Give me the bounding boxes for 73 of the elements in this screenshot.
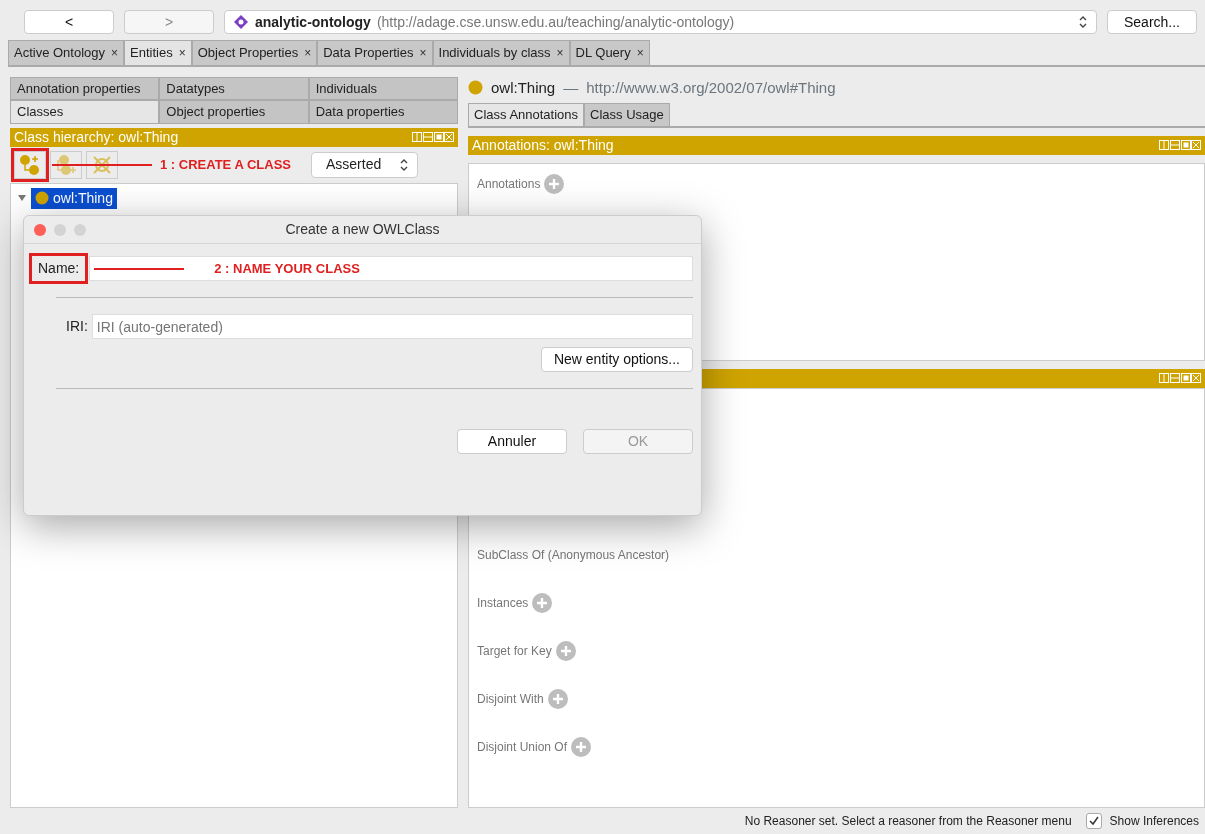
crossed-circle-icon bbox=[91, 153, 113, 176]
status-message: No Reasoner set. Select a reasoner from the Reasoner menu bbox=[744, 813, 1072, 830]
workspace-tab[interactable]: Active Ontology bbox=[14, 43, 106, 63]
zoom-window-button[interactable] bbox=[74, 223, 86, 236]
checkbox[interactable] bbox=[1085, 813, 1102, 829]
ontology-selector[interactable]: analytic-ontology (http://adage.cse.unsw.edu.au/teaching/analytic-ontology) bbox=[224, 10, 1097, 34]
add-subclass-button[interactable] bbox=[14, 150, 46, 179]
entity-tab[interactable]: Classes bbox=[10, 100, 160, 124]
class-dot-icon bbox=[35, 191, 49, 205]
checkbox-label: Show Inferences bbox=[1109, 813, 1199, 830]
entity-tab[interactable]: Individuals bbox=[308, 76, 458, 100]
close-window-button[interactable] bbox=[34, 223, 46, 236]
separator: — bbox=[563, 77, 579, 98]
section-label: Annotations bbox=[477, 175, 541, 193]
options-button[interactable]: New entity options... bbox=[540, 347, 693, 372]
entity-tab[interactable]: Datatypes bbox=[159, 76, 309, 100]
view-mode-dropdown[interactable]: Asserted bbox=[311, 151, 419, 178]
plus-circle-icon[interactable] bbox=[544, 173, 565, 194]
plus-circle-icon[interactable] bbox=[532, 592, 553, 613]
plus-circle-icon[interactable] bbox=[555, 640, 576, 661]
entity-name: owl:Thing bbox=[491, 77, 556, 98]
updown-caret-icon bbox=[1077, 14, 1088, 30]
workspace-tab[interactable]: Individuals by class bbox=[438, 43, 551, 63]
field-label: IRI: bbox=[66, 317, 88, 336]
add-sibling-button[interactable] bbox=[50, 150, 82, 179]
annotation-text: 1 : CREATE A CLASS bbox=[160, 155, 291, 174]
back-button[interactable]: < bbox=[24, 10, 114, 34]
class-plus-icon bbox=[19, 153, 41, 176]
entity-tab[interactable]: Annotation properties bbox=[10, 76, 160, 100]
section-label: Disjoint With bbox=[477, 690, 544, 708]
minimize-window-button[interactable] bbox=[54, 223, 66, 236]
checkmark-icon bbox=[1088, 816, 1099, 826]
tab-close-button[interactable]: × bbox=[556, 43, 564, 62]
class-tab[interactable]: Class Usage bbox=[584, 103, 670, 126]
plus-circle-icon[interactable] bbox=[547, 688, 568, 709]
ontology-iri: (http://adage.cse.unsw.edu.au/teaching/analytic-ontology) bbox=[376, 12, 736, 32]
workspace-tab[interactable]: Data Properties bbox=[323, 43, 414, 63]
iri-input-field[interactable]: IRI (auto-generated) bbox=[91, 314, 693, 339]
tree-item[interactable]: owl:Thing bbox=[31, 187, 117, 209]
dialog-title: Create a new OWLClass bbox=[284, 220, 441, 239]
section-label: Instances bbox=[477, 594, 529, 612]
expanded-arrow-icon[interactable] bbox=[17, 193, 27, 203]
entity-tab[interactable]: Data properties bbox=[308, 100, 458, 124]
section-label: Disjoint Union Of bbox=[477, 738, 568, 756]
class-plus-icon bbox=[55, 153, 77, 176]
section-label: SubClass Of (Anonymous Ancestor) bbox=[477, 546, 670, 564]
workspace-tab[interactable]: Entities bbox=[130, 43, 173, 63]
field-label: Name: bbox=[32, 256, 86, 281]
diamond-icon bbox=[233, 14, 249, 30]
view-title: Annotations: owl:Thing bbox=[472, 135, 614, 155]
tab-close-button[interactable]: × bbox=[111, 43, 119, 62]
annotation-text: 2 : NAME YOUR CLASS bbox=[214, 259, 360, 278]
workspace-tab[interactable]: DL Query bbox=[575, 43, 631, 63]
ontology-name: analytic-ontology bbox=[255, 12, 371, 32]
tab-close-button[interactable]: × bbox=[178, 43, 186, 62]
entity-tab[interactable]: Object properties bbox=[159, 100, 309, 124]
section-label: Target for Key bbox=[477, 642, 552, 660]
tab-close-button[interactable]: × bbox=[304, 43, 312, 62]
pane-controls-icon bbox=[1159, 373, 1201, 383]
entity-iri: http://www.w3.org/2002/07/owl#Thing bbox=[586, 77, 836, 98]
class-dot-icon bbox=[468, 80, 483, 96]
tab-close-button[interactable]: × bbox=[636, 43, 644, 62]
pane-controls-icon bbox=[1159, 140, 1201, 150]
search-button[interactable]: Search... bbox=[1106, 10, 1197, 34]
tab-close-button[interactable]: × bbox=[419, 43, 427, 62]
class-tab[interactable]: Class Annotations bbox=[468, 103, 585, 126]
name-input-field[interactable]: 2 : NAME YOUR CLASS bbox=[89, 256, 693, 281]
view-title: Class hierarchy: owl:Thing bbox=[14, 127, 179, 147]
delete-class-button[interactable] bbox=[86, 150, 118, 179]
plus-circle-icon[interactable] bbox=[571, 736, 592, 757]
dialog-button[interactable]: Annuler bbox=[457, 429, 567, 454]
workspace-tab[interactable]: Object Properties bbox=[197, 43, 299, 63]
pane-controls-icon bbox=[412, 132, 454, 142]
